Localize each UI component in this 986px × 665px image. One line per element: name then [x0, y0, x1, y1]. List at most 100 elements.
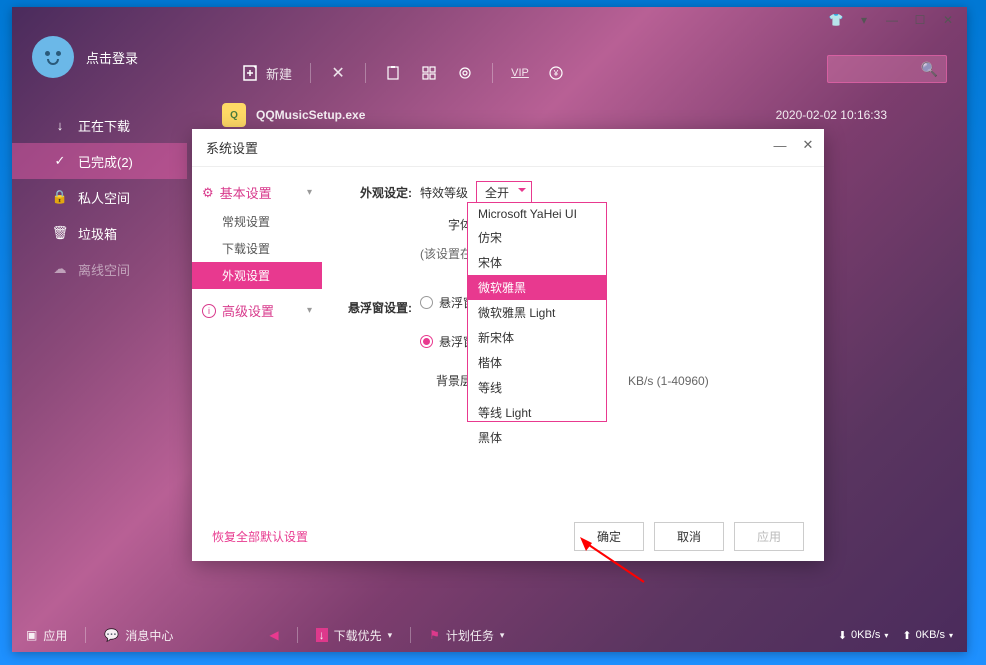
menu-icon[interactable]: ▾	[857, 13, 871, 27]
bottom-app[interactable]: ▣ 应用	[26, 627, 67, 644]
speed-hint: KB/s (1-40960)	[628, 374, 709, 388]
settings-gear-icon[interactable]	[456, 64, 474, 82]
login-link[interactable]: 点击登录	[86, 48, 138, 67]
delete-icon[interactable]: ✕	[329, 64, 347, 82]
chevron-down-icon: ▾	[307, 187, 312, 198]
new-button[interactable]: 新建	[242, 64, 292, 83]
bottom-msg-label: 消息中心	[125, 627, 173, 644]
info-icon: i	[202, 304, 216, 318]
chevron-down-icon: ▾	[307, 305, 312, 316]
message-icon: 💬	[104, 628, 119, 642]
bottom-plan[interactable]: ⚑ 计划任务 ▾	[429, 627, 504, 644]
font-option[interactable]: Microsoft YaHei UI	[468, 203, 606, 225]
upload-speed[interactable]: ⬆ 0KB/s ▾	[902, 629, 953, 642]
font-option[interactable]: 黑体	[468, 425, 606, 450]
sidebar-item-label: 私人空间	[78, 188, 130, 207]
separator	[297, 627, 298, 643]
font-dropdown: Microsoft YaHei UI仿宋宋体微软雅黑微软雅黑 Light新宋体楷…	[467, 202, 607, 422]
effect-select[interactable]: 全开	[476, 181, 532, 204]
chevron-down-icon: ▾	[884, 631, 888, 640]
dialog-header: 系统设置 — ✕	[192, 129, 824, 167]
font-option[interactable]: 微软雅黑	[468, 275, 606, 300]
svg-text:¥: ¥	[553, 69, 559, 78]
chevron-down-icon: ▾	[500, 630, 505, 641]
download-speed[interactable]: ⬇ 0KB/s ▾	[838, 629, 889, 642]
font-option[interactable]: 等线 Light	[468, 400, 606, 425]
close-icon[interactable]: ✕	[941, 13, 955, 27]
font-option[interactable]: 微软雅黑 Light	[468, 300, 606, 325]
chevron-left-icon[interactable]: ◀	[269, 628, 278, 642]
dialog-minimize-icon[interactable]: —	[772, 137, 788, 153]
down-speed-value: 0KB/s	[851, 629, 880, 641]
chevron-down-icon: ▾	[949, 631, 953, 640]
dialog-title: 系统设置	[206, 138, 258, 157]
minimize-icon[interactable]: —	[885, 13, 899, 27]
file-row[interactable]: Q QQMusicSetup.exe 2020-02-02 10:16:33	[222, 99, 947, 131]
float-section-label: 悬浮窗设置:	[342, 299, 412, 316]
clipboard-icon[interactable]	[384, 64, 402, 82]
sidebar-item-label: 离线空间	[78, 260, 130, 279]
bottom-msg[interactable]: 💬 消息中心	[104, 627, 173, 644]
separator	[310, 63, 311, 83]
skin-icon[interactable]: 👕	[829, 13, 843, 27]
bottom-bar: ▣ 应用 💬 消息中心 ◀ ↓ 下载优先 ▾ ⚑ 计划任务 ▾ ⬇ 0KB/s …	[12, 618, 967, 652]
dialog-close-icon[interactable]: ✕	[800, 137, 816, 153]
separator	[365, 63, 366, 83]
down-icon: ⬇	[838, 629, 847, 642]
lock-icon: 🔒	[52, 189, 68, 205]
search-input[interactable]: 🔍	[827, 55, 947, 83]
nav-item-download[interactable]: 下载设置	[192, 235, 322, 262]
font-option[interactable]: 新宋体	[468, 325, 606, 350]
separator	[85, 627, 86, 643]
nav-group-advanced[interactable]: i 高级设置 ▾	[192, 295, 322, 326]
coin-icon[interactable]: ¥	[547, 64, 565, 82]
grid-icon[interactable]	[420, 64, 438, 82]
window-titlebar-controls: 👕 ▾ — ☐ ✕	[817, 7, 967, 33]
nav-group-basic[interactable]: ⚙ 基本设置 ▾	[192, 177, 322, 208]
maximize-icon[interactable]: ☐	[913, 13, 927, 27]
bottom-priority[interactable]: ↓ 下载优先 ▾	[316, 627, 393, 644]
bottom-app-label: 应用	[43, 627, 67, 644]
separator	[492, 63, 493, 83]
trash-icon: 🗑	[52, 225, 68, 241]
download-icon: ↓	[52, 117, 68, 133]
cancel-button[interactable]: 取消	[654, 522, 724, 551]
file-name: QQMusicSetup.exe	[256, 108, 556, 122]
settings-nav: ⚙ 基本设置 ▾ 常规设置 下载设置 外观设置 i 高级设置 ▾	[192, 167, 322, 511]
file-date: 2020-02-02 10:16:33	[776, 108, 887, 122]
apply-button: 应用	[734, 522, 804, 551]
restore-defaults-link[interactable]: 恢复全部默认设置	[212, 528, 308, 545]
nav-item-general[interactable]: 常规设置	[192, 208, 322, 235]
bottom-plan-label: 计划任务	[446, 627, 494, 644]
font-option[interactable]: 宋体	[468, 250, 606, 275]
down-arrow-icon: ↓	[316, 628, 328, 642]
new-label: 新建	[266, 64, 292, 83]
font-option[interactable]: 仿宋	[468, 225, 606, 250]
separator	[410, 627, 411, 643]
sidebar-item-label: 正在下载	[78, 116, 130, 135]
sidebar-item-completed[interactable]: ✓ 已完成(2)	[12, 143, 187, 179]
effect-label: 特效等级	[420, 184, 468, 201]
sidebar-item-trash[interactable]: 🗑 垃圾箱	[12, 215, 187, 251]
gear-icon: ⚙	[202, 185, 214, 201]
sidebar-item-offline[interactable]: ☁ 离线空间	[12, 251, 187, 287]
toolbar: 新建 ✕ VIP ¥	[242, 55, 565, 91]
float-radio-1[interactable]	[420, 296, 433, 309]
float-radio-2[interactable]	[420, 335, 433, 348]
avatar[interactable]	[32, 36, 74, 78]
flag-icon: ⚑	[429, 628, 440, 642]
font-option[interactable]: 楷体	[468, 350, 606, 375]
appearance-section-label: 外观设定:	[342, 184, 412, 201]
search-icon: 🔍	[921, 61, 938, 78]
nav-item-appearance[interactable]: 外观设置	[192, 262, 322, 289]
vip-icon[interactable]: VIP	[511, 64, 529, 82]
font-option[interactable]: 等线	[468, 375, 606, 400]
main-window: 👕 ▾ — ☐ ✕ 点击登录 新建 ✕	[12, 7, 967, 652]
plus-icon	[242, 64, 260, 82]
up-speed-value: 0KB/s	[916, 629, 945, 641]
sidebar-item-private[interactable]: 🔒 私人空间	[12, 179, 187, 215]
effect-value: 全开	[485, 186, 509, 200]
ok-button[interactable]: 确定	[574, 522, 644, 551]
app-icon: ▣	[26, 628, 37, 642]
sidebar-item-downloading[interactable]: ↓ 正在下载	[12, 107, 187, 143]
